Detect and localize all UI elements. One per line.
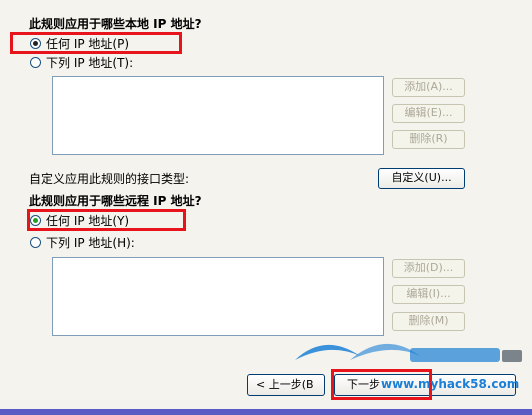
local-ip-heading: 此规则应用于哪些本地 IP 地址? — [29, 17, 202, 31]
watermark-tail — [502, 350, 522, 362]
local-any-ip-radio[interactable] — [30, 38, 41, 49]
remote-edit-button[interactable]: 编辑(I)... — [392, 285, 465, 304]
remote-any-ip-label: 任何 IP 地址(Y) — [46, 214, 130, 228]
remote-ip-listbox[interactable] — [52, 257, 384, 336]
local-any-ip-label: 任何 IP 地址(P) — [46, 37, 130, 51]
local-add-button[interactable]: 添加(A)... — [392, 78, 465, 97]
remote-ip-heading: 此规则应用于哪些远程 IP 地址? — [29, 194, 202, 208]
customize-button[interactable]: 自定义(U)... — [378, 168, 465, 189]
watermark-logo — [295, 343, 522, 362]
watermark-bar — [410, 348, 500, 362]
local-remove-button[interactable]: 删除(R) — [392, 130, 465, 149]
back-button[interactable]: < 上一步(B — [247, 374, 325, 396]
interface-type-label: 自定义应用此规则的接口类型: — [29, 172, 190, 186]
local-list-ip-label: 下列 IP 地址(T): — [46, 56, 134, 70]
watermark-swoosh-right — [350, 343, 420, 360]
local-ip-listbox[interactable] — [52, 76, 384, 155]
remote-any-ip-radio[interactable] — [30, 215, 41, 226]
bottom-border — [0, 409, 532, 415]
watermark-swoosh-left — [295, 344, 360, 360]
local-edit-button[interactable]: 编辑(E)... — [392, 104, 465, 123]
remote-list-ip-radio[interactable] — [30, 237, 41, 248]
local-list-ip-radio[interactable] — [30, 57, 41, 68]
remote-remove-button[interactable]: 删除(M) — [392, 312, 465, 331]
next-button[interactable]: 下一步 — [334, 374, 516, 396]
remote-list-ip-label: 下列 IP 地址(H): — [46, 236, 135, 250]
remote-add-button[interactable]: 添加(D)... — [392, 259, 465, 278]
